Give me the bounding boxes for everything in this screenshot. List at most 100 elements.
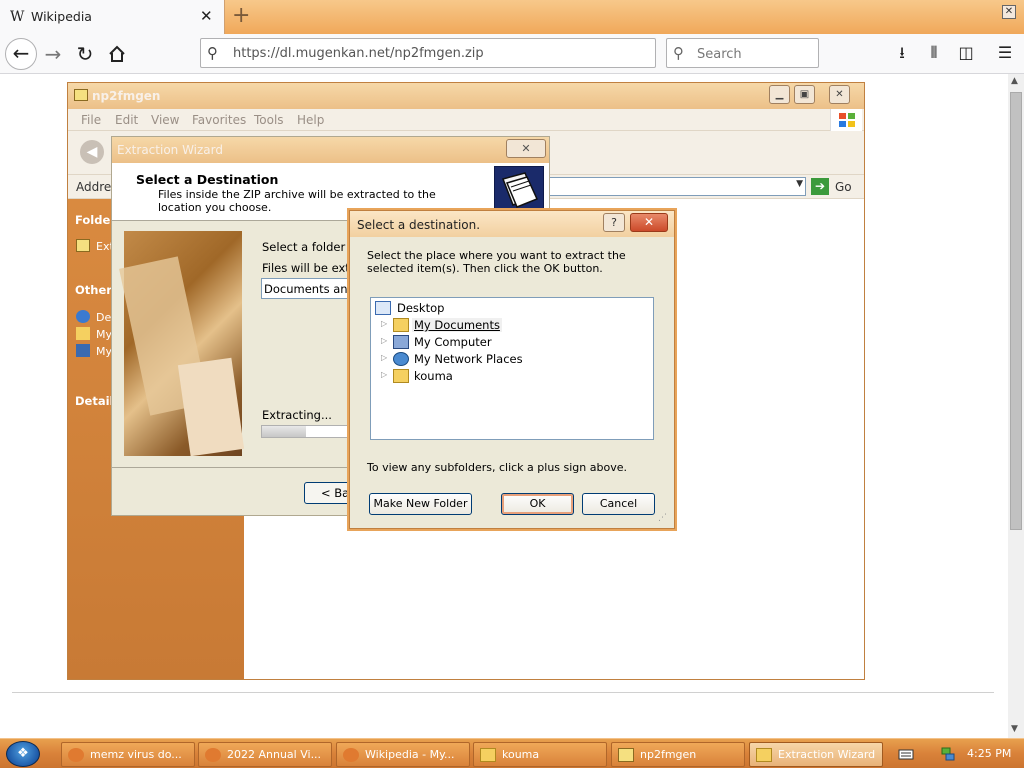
address-field[interactable]: ▼ [548,177,806,196]
search-input[interactable] [697,44,812,64]
expand-arrow-icon[interactable]: ▷ [381,336,387,345]
browser-nav-bar: ← → ↻ ⚲ ⚲ ⭳ ⫴ ◫ ☰ [0,34,1024,74]
explorer-menubar: File Edit View Favorites Tools Help [68,109,864,131]
firefox-icon [68,748,84,762]
back-button[interactable]: ← [5,38,37,70]
task-annual-vi[interactable]: 2022 Annual Vi... [198,742,332,767]
search-icon: ⚲ [673,44,684,62]
menu-edit[interactable]: Edit [115,113,138,127]
cancel-button[interactable]: Cancel [582,493,655,515]
menu-icon[interactable]: ☰ [992,40,1018,66]
folder-icon [393,369,409,383]
extracting-label: Extracting... [262,408,332,422]
menu-tools[interactable]: Tools [254,113,284,127]
forward-button[interactable]: → [38,39,68,69]
dialog-instructions: Select the place where you want to extra… [367,249,626,275]
tab-wikipedia[interactable]: W Wikipedia ✕ [0,0,225,34]
folder-icon [76,327,90,340]
go-button[interactable]: Go [835,180,852,194]
expand-arrow-icon[interactable]: ▷ [381,319,387,328]
url-input[interactable] [233,43,643,63]
search-bar[interactable]: ⚲ [666,38,819,68]
keyboard-icon[interactable] [898,747,914,761]
network-icon [76,344,90,357]
other-place-desktop[interactable]: De [76,310,111,324]
start-button[interactable]: ❖ [6,741,40,767]
other-places-heading[interactable]: Other [75,283,112,297]
other-place-my-network[interactable]: My [76,344,112,358]
folder-icon [480,748,496,762]
tree-label-my-computer: My Computer [414,335,492,349]
new-tab-button[interactable]: + [232,3,250,28]
wizard-side-image [119,231,245,457]
firefox-icon [343,748,359,762]
library-icon[interactable]: ⫴ [921,40,947,66]
my-computer-icon [393,335,409,349]
tree-label-my-documents: My Documents [412,318,502,332]
zip-folder-icon [618,748,634,762]
arrow-right-icon: → [44,42,62,66]
explorer-title: np2fmgen [92,89,161,103]
home-button[interactable] [102,39,132,69]
go-arrow-icon[interactable]: ➔ [811,178,829,195]
scroll-down-icon[interactable]: ▼ [1011,724,1018,734]
my-documents-icon [393,318,409,332]
select-destination-dialog: Select a destination. ? ✕ Select the pla… [349,210,675,529]
subfolder-hint: To view any subfolders, click a plus sig… [367,461,627,474]
task-np2fmgen[interactable]: np2fmgen [611,742,745,767]
help-button[interactable]: ? [603,213,625,232]
scrollbar-thumb[interactable] [1010,92,1022,530]
menu-favorites[interactable]: Favorites [192,113,246,127]
wizard-title: Extraction Wizard [117,143,224,157]
task-wikipedia[interactable]: Wikipedia - My... [336,742,470,767]
menu-file[interactable]: File [81,113,101,127]
task-memz-virus[interactable]: memz virus do... [61,742,195,767]
destination-field[interactable]: Documents and S [261,278,361,299]
network-tray-icon[interactable] [940,746,956,762]
url-bar[interactable]: ⚲ [200,38,656,68]
task-extraction-wizard[interactable]: Extraction Wizard [749,742,883,767]
tree-label-desktop: Desktop [397,301,445,315]
desktop-icon [375,301,391,315]
menu-help[interactable]: Help [297,113,324,127]
back-arrow-icon[interactable]: ◀ [80,140,104,164]
scroll-up-icon[interactable]: ▲ [1011,76,1018,86]
wizard-titlebar[interactable]: Extraction Wizard ✕ [112,137,549,163]
zip-folder-icon [76,239,90,252]
reload-icon: ↻ [76,42,94,66]
other-place-my-documents[interactable]: My [76,327,112,341]
maximize-button[interactable]: ▣ [794,85,815,104]
arrow-left-icon: ← [12,41,30,65]
expand-arrow-icon[interactable]: ▷ [381,353,387,362]
windows-orb-icon: ❖ [17,746,29,761]
sidebar-icon[interactable]: ◫ [953,40,979,66]
page-scrollbar[interactable]: ▲ ▼ [1008,74,1024,738]
folder-tree[interactable]: Desktop ▷ My Documents ▷ My Computer ▷ M… [370,297,654,440]
minimize-button[interactable]: ▁ [769,85,790,104]
window-close-button[interactable]: ✕ [1002,5,1016,19]
extraction-progress-bar [261,425,361,438]
browser-tab-bar: W Wikipedia ✕ + ✕ [0,0,1024,34]
menu-view[interactable]: View [151,113,179,127]
explorer-titlebar[interactable]: np2fmgen ▁ ▣ ✕ [68,83,864,109]
zip-folder-icon [74,89,88,101]
resize-grip-icon[interactable]: ⋰ [658,513,667,523]
dialog-close-button[interactable]: ✕ [630,213,668,232]
windows-logo-icon [830,109,862,131]
close-tab-icon[interactable]: ✕ [200,7,213,25]
close-button[interactable]: ✕ [829,85,850,104]
page-divider [12,692,994,693]
tree-label-kouma: kouma [414,369,453,383]
dialog-titlebar[interactable]: Select a destination. [350,211,674,237]
make-new-folder-button[interactable]: Make New Folder [369,493,472,515]
dropdown-arrow-icon[interactable]: ▼ [796,179,803,189]
folder-task-extract[interactable]: Ext [76,239,114,253]
expand-arrow-icon[interactable]: ▷ [381,370,387,379]
folder-tasks-heading[interactable]: Folder [75,213,116,227]
wizard-close-button[interactable]: ✕ [506,139,546,158]
ok-button[interactable]: OK [501,493,574,515]
search-icon: ⚲ [207,44,218,62]
downloads-icon[interactable]: ⭳ [889,40,915,66]
task-kouma[interactable]: kouma [473,742,607,767]
reload-button[interactable]: ↻ [70,39,100,69]
